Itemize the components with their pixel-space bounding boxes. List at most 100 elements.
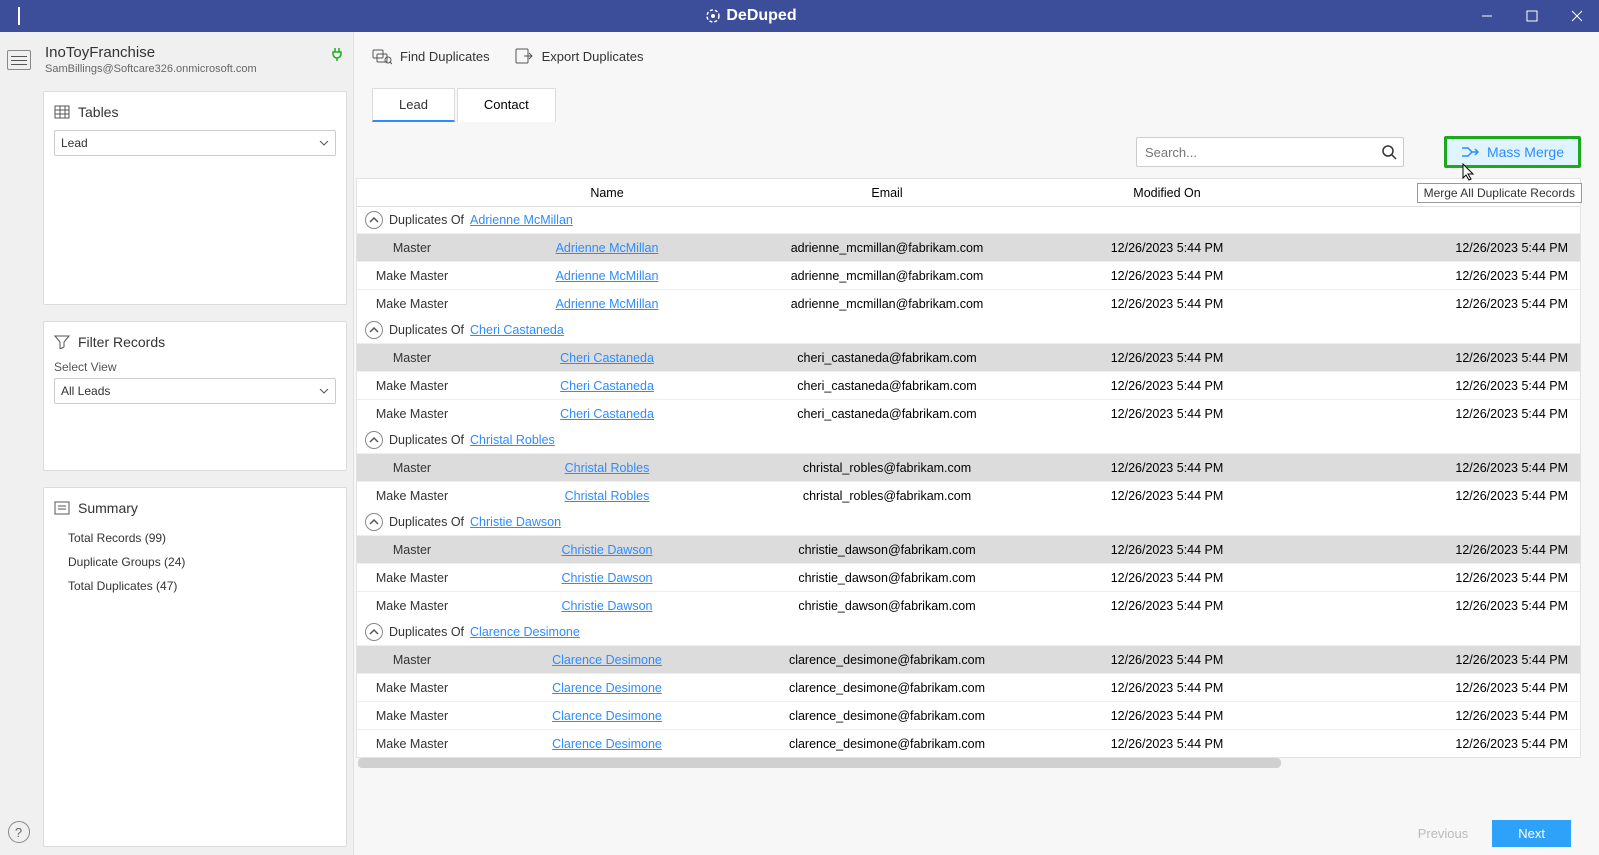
table-row[interactable]: Make MasterClarence Desimoneclarence_des…: [357, 729, 1580, 757]
help-button[interactable]: ?: [8, 821, 30, 843]
record-email: cheri_castaneda@fabrikam.com: [747, 379, 1027, 393]
record-name-link[interactable]: Clarence Desimone: [467, 681, 747, 695]
group-header: Duplicates Of Cheri Castaneda: [357, 317, 1580, 343]
record-name-link[interactable]: Cheri Castaneda: [467, 379, 747, 393]
collapse-button[interactable]: [365, 623, 383, 641]
table-row[interactable]: Make MasterChristal Robleschristal_roble…: [357, 481, 1580, 509]
col-modified[interactable]: Modified On: [1027, 186, 1307, 200]
org-email: SamBillings@Softcare326.onmicrosoft.com: [45, 63, 345, 75]
record-name-link[interactable]: Cheri Castaneda: [467, 407, 747, 421]
record-created: 12/26/2023 5:44 PM: [1307, 461, 1580, 475]
col-email[interactable]: Email: [747, 186, 1027, 200]
make-master-button[interactable]: Make Master: [357, 737, 467, 751]
record-modified: 12/26/2023 5:44 PM: [1027, 709, 1307, 723]
search-box[interactable]: [1136, 137, 1404, 167]
record-created: 12/26/2023 5:44 PM: [1307, 737, 1580, 751]
summary-dup-groups: Duplicate Groups (24): [54, 550, 336, 574]
table-row[interactable]: Make MasterCheri Castanedacheri_castaned…: [357, 371, 1580, 399]
record-email: clarence_desimone@fabrikam.com: [747, 653, 1027, 667]
record-email: clarence_desimone@fabrikam.com: [747, 709, 1027, 723]
table-row[interactable]: MasterChristie Dawsonchristie_dawson@fab…: [357, 535, 1580, 563]
record-name-link[interactable]: Christie Dawson: [467, 571, 747, 585]
chevron-down-icon: [319, 388, 329, 394]
record-name-link[interactable]: Christie Dawson: [467, 543, 747, 557]
make-master-button[interactable]: Make Master: [357, 407, 467, 421]
record-name-link[interactable]: Christie Dawson: [467, 599, 747, 613]
record-name-link[interactable]: Clarence Desimone: [467, 653, 747, 667]
maximize-button[interactable]: [1509, 0, 1554, 32]
toolbar: Find Duplicates Export Duplicates: [354, 32, 1599, 80]
table-row[interactable]: Make MasterCheri Castanedacheri_castaned…: [357, 399, 1580, 427]
make-master-button[interactable]: Make Master: [357, 599, 467, 613]
find-duplicates-button[interactable]: Find Duplicates: [372, 47, 490, 65]
record-name-link[interactable]: Adrienne McMillan: [467, 269, 747, 283]
group-link[interactable]: Cheri Castaneda: [470, 323, 564, 337]
menu-toggle-button[interactable]: [7, 50, 31, 70]
group-header: Duplicates Of Christie Dawson: [357, 509, 1580, 535]
mass-merge-button[interactable]: Mass Merge Merge All Duplicate Records: [1444, 136, 1581, 168]
make-master-button[interactable]: Make Master: [357, 489, 467, 503]
summary-panel: Summary Total Records (99) Duplicate Gro…: [43, 487, 347, 847]
group-link[interactable]: Adrienne McMillan: [470, 213, 573, 227]
table-row[interactable]: MasterCheri Castanedacheri_castaneda@fab…: [357, 343, 1580, 371]
table-row[interactable]: Make MasterChristie Dawsonchristie_dawso…: [357, 591, 1580, 619]
collapse-button[interactable]: [365, 321, 383, 339]
table-row[interactable]: Make MasterChristie Dawsonchristie_dawso…: [357, 563, 1580, 591]
make-master-button[interactable]: Make Master: [357, 379, 467, 393]
search-icon[interactable]: [1375, 144, 1403, 160]
close-button[interactable]: [1554, 0, 1599, 32]
org-info: InoToyFranchise SamBillings@Softcare326.…: [37, 32, 353, 83]
record-name-link[interactable]: Clarence Desimone: [467, 737, 747, 751]
record-email: adrienne_mcmillan@fabrikam.com: [747, 241, 1027, 255]
next-button[interactable]: Next: [1492, 820, 1571, 847]
table-row[interactable]: Make MasterAdrienne McMillanadrienne_mcm…: [357, 261, 1580, 289]
table-row[interactable]: Make MasterAdrienne McMillanadrienne_mcm…: [357, 289, 1580, 317]
make-master-button[interactable]: Make Master: [357, 681, 467, 695]
master-label: Master: [357, 543, 467, 557]
connection-icon: [329, 46, 345, 67]
collapse-button[interactable]: [365, 431, 383, 449]
content-area: Find Duplicates Export Duplicates Lead C…: [354, 32, 1599, 855]
master-label: Master: [357, 351, 467, 365]
collapse-button[interactable]: [365, 211, 383, 229]
group-header: Duplicates Of Christal Robles: [357, 427, 1580, 453]
record-name-link[interactable]: Adrienne McMillan: [467, 297, 747, 311]
make-master-button[interactable]: Make Master: [357, 297, 467, 311]
export-duplicates-button[interactable]: Export Duplicates: [514, 47, 644, 65]
make-master-button[interactable]: Make Master: [357, 571, 467, 585]
tables-dropdown[interactable]: Lead: [54, 130, 336, 156]
group-link[interactable]: Clarence Desimone: [470, 625, 580, 639]
group-link[interactable]: Christie Dawson: [470, 515, 561, 529]
col-name[interactable]: Name: [467, 186, 747, 200]
record-modified: 12/26/2023 5:44 PM: [1027, 297, 1307, 311]
filter-panel: Filter Records Select View All Leads: [43, 321, 347, 471]
table-row[interactable]: Make MasterClarence Desimoneclarence_des…: [357, 673, 1580, 701]
title-bar: DeDuped: [0, 0, 1599, 32]
table-row[interactable]: Make MasterClarence Desimoneclarence_des…: [357, 701, 1580, 729]
record-name-link[interactable]: Adrienne McMillan: [467, 241, 747, 255]
record-modified: 12/26/2023 5:44 PM: [1027, 269, 1307, 283]
group-link[interactable]: Christal Robles: [470, 433, 555, 447]
tab-lead[interactable]: Lead: [372, 88, 455, 122]
table-row[interactable]: MasterClarence Desimoneclarence_desimone…: [357, 645, 1580, 673]
make-master-button[interactable]: Make Master: [357, 269, 467, 283]
record-name-link[interactable]: Christal Robles: [467, 461, 747, 475]
previous-button[interactable]: Previous: [1418, 826, 1469, 841]
minimize-button[interactable]: [1464, 0, 1509, 32]
table-row[interactable]: MasterChristal Robleschristal_robles@fab…: [357, 453, 1580, 481]
tab-contact[interactable]: Contact: [457, 88, 556, 122]
summary-heading: Summary: [54, 500, 336, 516]
view-dropdown[interactable]: All Leads: [54, 378, 336, 404]
collapse-button[interactable]: [365, 513, 383, 531]
record-name-link[interactable]: Clarence Desimone: [467, 709, 747, 723]
horizontal-scrollbar[interactable]: [358, 758, 1281, 768]
record-email: cheri_castaneda@fabrikam.com: [747, 407, 1027, 421]
record-created: 12/26/2023 5:44 PM: [1307, 241, 1580, 255]
record-email: cheri_castaneda@fabrikam.com: [747, 351, 1027, 365]
table-row[interactable]: MasterAdrienne McMillanadrienne_mcmillan…: [357, 233, 1580, 261]
search-input[interactable]: [1137, 145, 1375, 160]
record-name-link[interactable]: Cheri Castaneda: [467, 351, 747, 365]
make-master-button[interactable]: Make Master: [357, 709, 467, 723]
record-name-link[interactable]: Christal Robles: [467, 489, 747, 503]
record-email: christie_dawson@fabrikam.com: [747, 571, 1027, 585]
